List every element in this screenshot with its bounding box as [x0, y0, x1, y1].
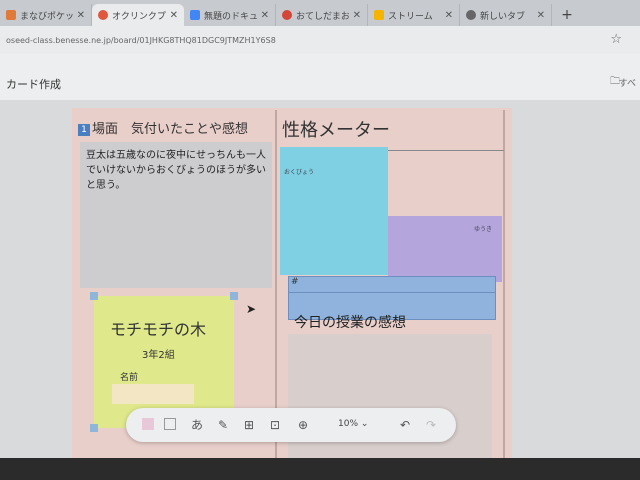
new-tab-button[interactable]: +	[552, 4, 582, 26]
note-text: 豆太は五歳なのに夜中にせっちんも一人でいけないからおくびょうのほうが多いと思う。	[86, 150, 266, 191]
mouse-cursor-icon: ➤	[246, 302, 257, 316]
redo-icon[interactable]: ↷	[422, 416, 440, 434]
camera-icon[interactable]: ⊡	[266, 416, 284, 434]
tab-untitled-document[interactable]: 無題のドキュメント ✕	[184, 4, 276, 26]
resize-handle[interactable]	[230, 292, 238, 300]
address-bar[interactable]: oseed-class.benesse.ne.jp/board/01JHKG8T…	[0, 26, 640, 54]
impression-heading: 今日の授業の感想	[294, 315, 406, 331]
favicon-icon	[190, 10, 200, 20]
tab-new-tab[interactable]: 新しいタブ ✕	[460, 4, 552, 26]
browser-tab-strip: まなびポケット ✕ オクリンクプラス ✕ 無題のドキュメント ✕ おてしだまお …	[0, 0, 640, 26]
bookmark-star-icon[interactable]: ☆	[610, 32, 622, 47]
undo-icon[interactable]: ↶	[396, 416, 414, 434]
tab-title: まなびポケット	[20, 11, 73, 22]
laptop-bezel	[0, 458, 640, 480]
zoom-value: 10%	[338, 419, 359, 429]
meter-rule	[289, 292, 495, 293]
page-title: カード作成	[6, 78, 61, 91]
section-title-text: 場面 気付いたことや感想	[92, 122, 249, 137]
blank-swatch[interactable]	[164, 418, 176, 430]
tab-oklink-plus[interactable]: オクリンクプラス ✕	[92, 4, 184, 26]
tab-title: オクリンクプラス	[112, 11, 166, 22]
tab-stream[interactable]: ストリーム ✕	[368, 4, 460, 26]
bottom-toolbar: あ ✎ ⊞ ⊡ ⊕ 10% ⌄ ↶ ↷	[126, 408, 456, 442]
tab-manabi-pocket[interactable]: まなびポケット ✕	[0, 4, 92, 26]
close-icon[interactable]: ✕	[170, 10, 178, 21]
add-card-icon[interactable]: ⊞	[240, 416, 258, 434]
url-text[interactable]: oseed-class.benesse.ne.jp/board/01JHKG8T…	[6, 36, 276, 45]
number-badge: 1	[78, 124, 90, 136]
tab-title: ストリーム	[388, 11, 433, 22]
favicon-icon	[6, 10, 16, 20]
app-header: カード作成 🗀 すべ	[0, 54, 640, 101]
tab-title: 新しいタブ	[480, 11, 526, 22]
sticky-note-scene[interactable]: 豆太は五歳なのに夜中にせっちんも一人でいけないからおくびょうのほうが多いと思う。	[80, 142, 272, 288]
close-icon[interactable]: ✕	[77, 10, 85, 21]
name-label: 名前	[120, 373, 139, 383]
tab-title: おてしだまお	[296, 11, 349, 22]
zoom-level[interactable]: 10% ⌄	[338, 419, 368, 429]
note-label: ゆうき	[473, 226, 492, 233]
close-icon[interactable]: ✕	[353, 10, 361, 21]
favicon-icon	[374, 10, 384, 20]
favicon-icon	[98, 10, 108, 20]
text-translate-icon[interactable]: あ	[188, 416, 206, 434]
favicon-icon	[282, 10, 292, 20]
tab-title: 無題のドキュメント	[204, 11, 257, 22]
resize-handle[interactable]	[90, 292, 98, 300]
globe-icon[interactable]: ⊕	[294, 416, 312, 434]
column-divider	[503, 110, 505, 480]
card-class: 3年2組	[142, 350, 175, 361]
close-icon[interactable]: ✕	[537, 10, 545, 21]
name-field[interactable]	[112, 384, 194, 404]
close-icon[interactable]: ✕	[261, 10, 269, 21]
impression-area[interactable]	[288, 334, 492, 474]
folder-label[interactable]: すべ	[619, 76, 636, 89]
section-title-personality-meter: 性格メーター	[282, 120, 390, 141]
hash-mark: #	[291, 277, 299, 287]
pen-icon[interactable]: ✎	[214, 416, 232, 434]
favicon-icon	[466, 10, 476, 20]
sticky-note-cowardly[interactable]: おくびょう	[280, 147, 388, 275]
tab-google[interactable]: おてしだまお ✕	[276, 4, 368, 26]
resize-handle[interactable]	[90, 424, 98, 432]
close-icon[interactable]: ✕	[445, 10, 453, 21]
sticky-note-courage[interactable]: ゆうき	[388, 216, 502, 282]
note-label: おくびょう	[284, 169, 315, 176]
color-swatch[interactable]	[142, 418, 154, 430]
card-title: モチモチの木	[110, 320, 207, 339]
section-title-scene: 1 場面 気付いたことや感想	[78, 118, 248, 137]
